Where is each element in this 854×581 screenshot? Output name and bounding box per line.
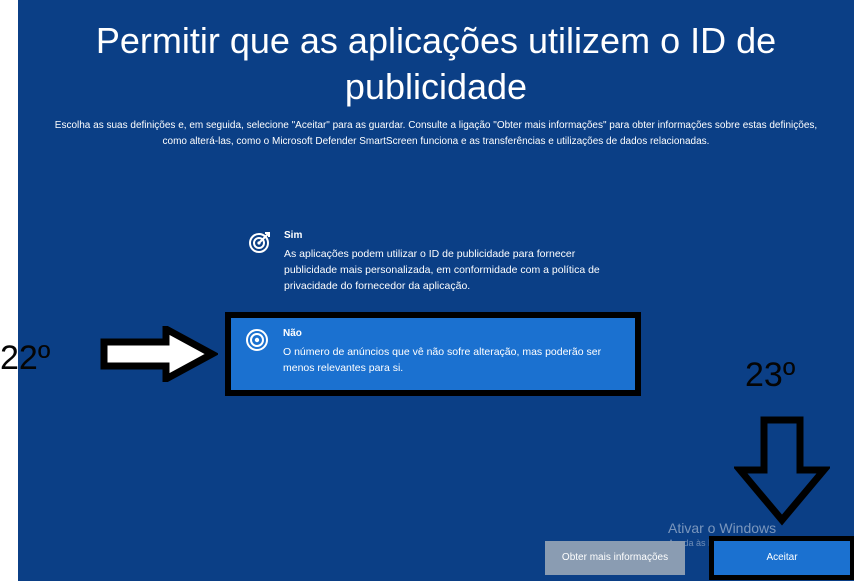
page-title-line1: Permitir que as aplicações utilizem o ID… <box>95 20 777 61</box>
option-yes-title: Sim <box>284 230 303 241</box>
oobe-screen: Permitir que as aplicações utilizem o ID… <box>18 0 854 581</box>
more-info-button[interactable]: Obter mais informações <box>545 541 685 575</box>
option-no-text: O número de anúncios que vê não sofre al… <box>283 346 602 374</box>
target-check-icon <box>249 232 270 253</box>
arrow-down-icon <box>734 416 830 526</box>
page-title: Permitir que as aplicações utilizem o ID… <box>18 18 854 110</box>
option-no[interactable]: Não O número de anúncios que vê não sofr… <box>225 312 641 396</box>
accept-button[interactable]: Aceitar <box>709 536 854 580</box>
option-no-title: Não <box>283 328 302 339</box>
step-22-label: 22º <box>0 339 51 377</box>
page-description: Escolha as suas definições e, em seguida… <box>54 120 818 147</box>
option-yes[interactable]: Sim As aplicações podem utilizar o ID de… <box>238 224 634 302</box>
arrow-right-icon <box>100 326 218 382</box>
target-icon <box>246 329 268 351</box>
page-title-line2: publicidade <box>344 66 528 107</box>
step-23-label: 23º <box>745 356 796 394</box>
option-yes-text: As aplicações podem utilizar o ID de pub… <box>284 248 600 292</box>
